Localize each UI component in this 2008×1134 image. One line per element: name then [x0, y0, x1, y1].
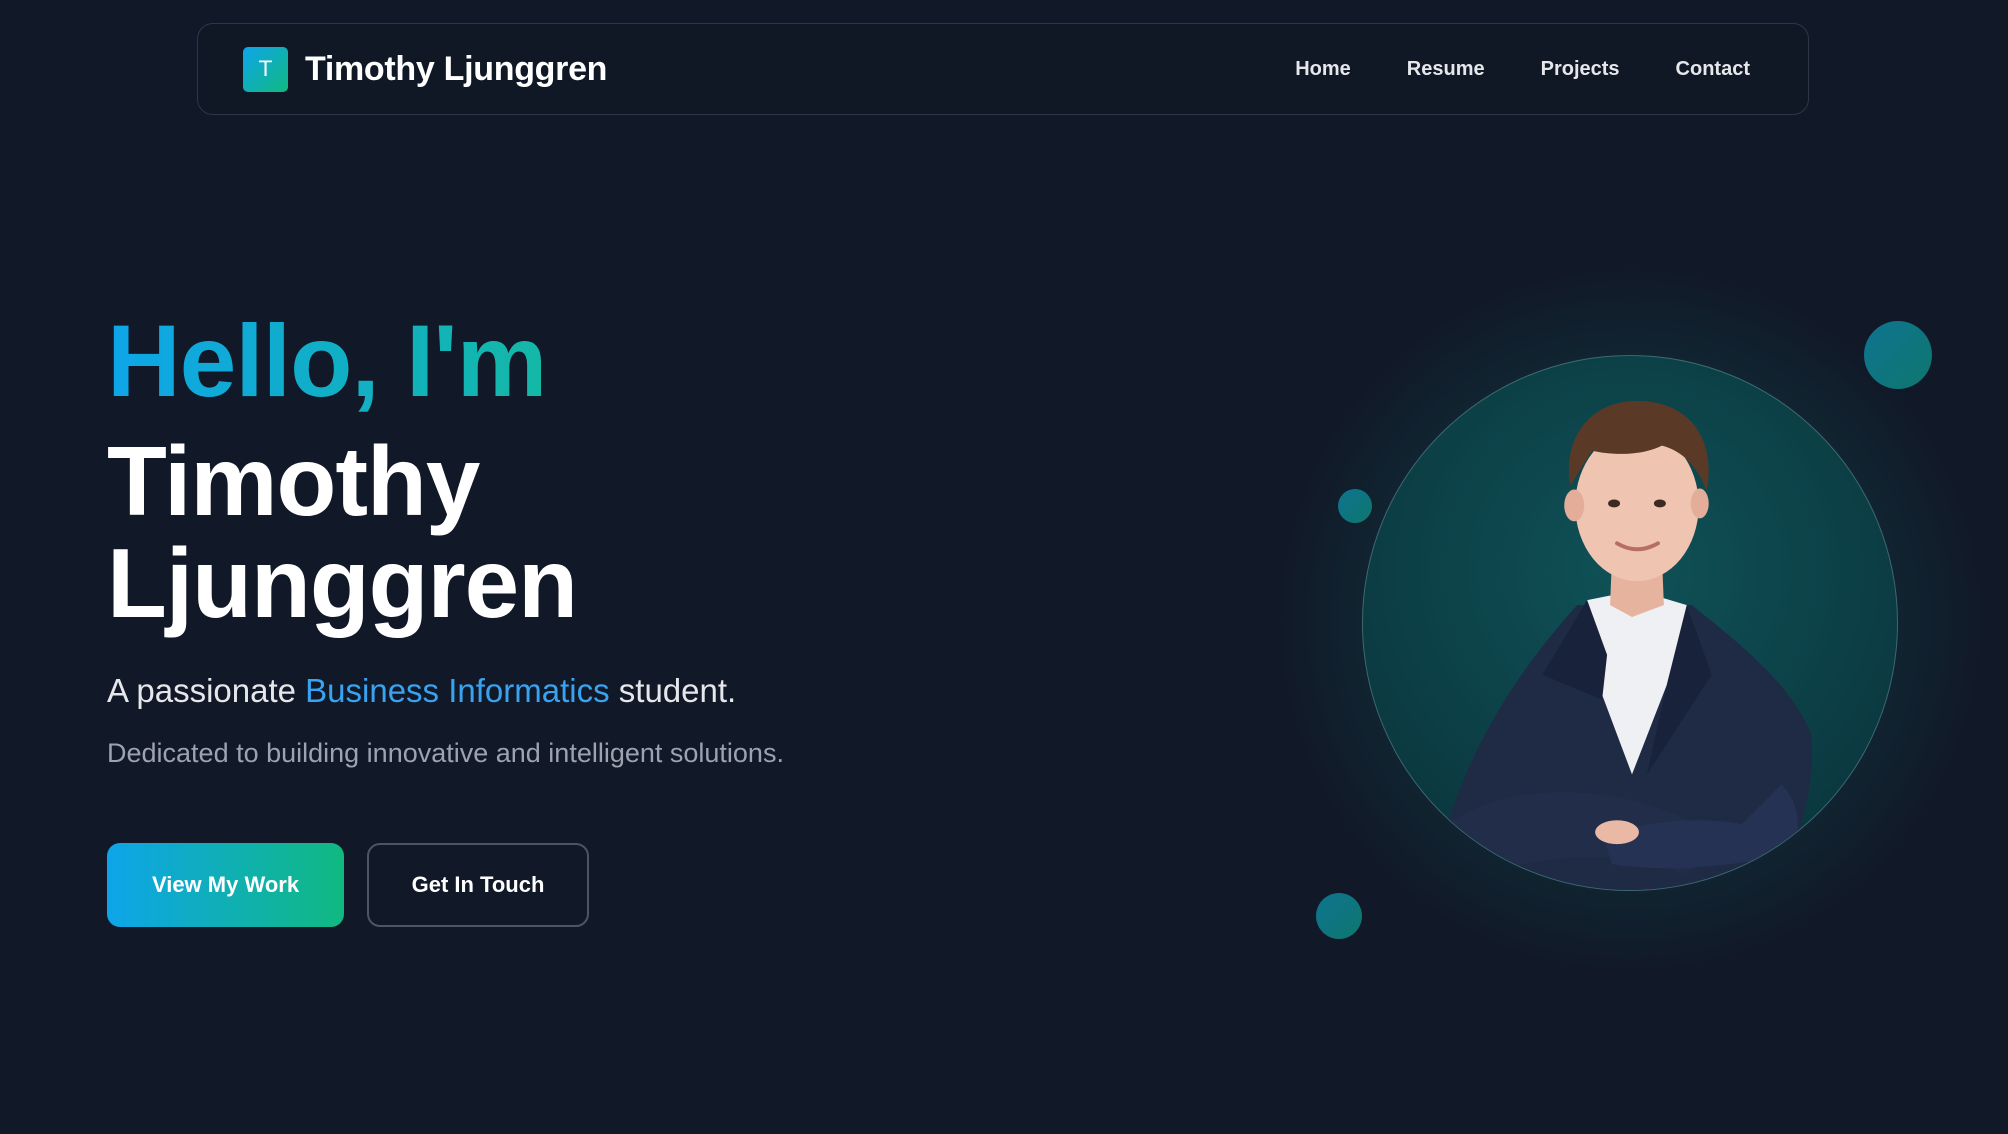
nav-link-home[interactable]: Home [1295, 58, 1351, 81]
navbar: T Timothy Ljunggren Home Resume Projects… [197, 23, 1809, 115]
page: T Timothy Ljunggren Home Resume Projects… [0, 0, 2008, 1134]
hero-name-line2: Ljunggren [107, 528, 578, 638]
profile-photo [1362, 355, 1898, 891]
logo-icon[interactable]: T [243, 46, 288, 92]
nav-link-contact[interactable]: Contact [1676, 58, 1750, 81]
hero-text: Hello, I'm Timothy Ljunggren A passionat… [107, 300, 1007, 927]
nav-link-resume[interactable]: Resume [1407, 58, 1485, 81]
nav-link-projects[interactable]: Projects [1541, 58, 1620, 81]
hero-subtagline: Dedicated to building innovative and int… [107, 738, 784, 768]
view-my-work-button[interactable]: View My Work [107, 843, 344, 927]
decorative-dot-large [1864, 321, 1932, 389]
brand-name[interactable]: Timothy Ljunggren [305, 50, 607, 89]
hero-greeting: Hello, I'm [107, 304, 547, 418]
brand[interactable]: T Timothy Ljunggren [243, 46, 607, 92]
hero-actions: View My Work Get In Touch [107, 843, 1007, 927]
decorative-dot-medium [1316, 893, 1362, 939]
decorative-dot-small [1338, 489, 1372, 523]
profile-photo-illustration [1432, 400, 1812, 890]
hero-name-line1: Timothy [107, 426, 480, 536]
tagline-suffix: student. [609, 672, 737, 709]
tagline-accent: Business Informatics [305, 672, 610, 709]
hero-tagline: A passionate Business Informatics studen… [107, 672, 1007, 710]
nav-links: Home Resume Projects Contact [1295, 58, 1750, 81]
tagline-prefix: A passionate [107, 672, 306, 709]
get-in-touch-button[interactable]: Get In Touch [367, 843, 589, 927]
hero-name: Timothy Ljunggren [107, 430, 1007, 634]
